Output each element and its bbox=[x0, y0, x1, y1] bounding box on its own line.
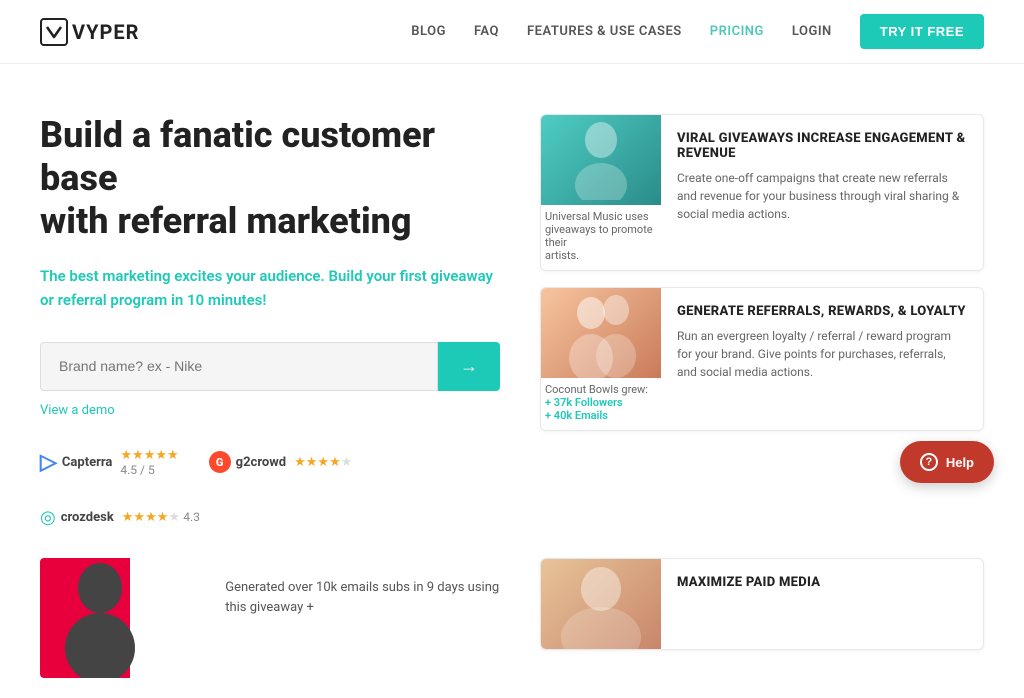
capterra-score: 4.5 / 5 bbox=[120, 463, 178, 477]
card1-content: VIRAL GIVEAWAYS INCREASE ENGAGEMENT & RE… bbox=[661, 115, 983, 270]
nav-faq[interactable]: FAQ bbox=[474, 24, 499, 39]
hero-title: Build a fanatic customer base with refer… bbox=[40, 114, 500, 244]
bottom-caption: Generated over 10k emails subs in 9 days… bbox=[205, 558, 500, 620]
card2-desc: Run an evergreen loyalty / referral / re… bbox=[677, 327, 967, 381]
capterra-stars: ★★★★★ bbox=[120, 448, 178, 463]
bottom-section: Generated over 10k emails subs in 9 days… bbox=[0, 558, 1024, 698]
card2-title: GENERATE REFERRALS, REWARDS, & LOYALTY bbox=[677, 304, 967, 319]
capterra-rating: ▷ Capterra ★★★★★ 4.5 / 5 bbox=[40, 448, 179, 477]
crozdesk-rating: ◎ crozdesk ★★★★★ 4.3 bbox=[40, 507, 200, 528]
card1-caption: Universal Music uses giveaways to promot… bbox=[541, 210, 661, 270]
help-label: Help bbox=[946, 455, 974, 470]
logo-icon bbox=[40, 18, 68, 46]
brand-input-row: → bbox=[40, 342, 500, 391]
maximize-title: MAXIMIZE PAID MEDIA bbox=[677, 575, 820, 590]
input-arrow-button[interactable]: → bbox=[438, 342, 500, 391]
logo[interactable]: VYPER bbox=[40, 18, 139, 46]
capterra-icon: ▷ bbox=[40, 450, 57, 475]
ratings-section: ▷ Capterra ★★★★★ 4.5 / 5 G g2crowd ★★★★★ bbox=[40, 448, 500, 528]
logo-text: VYPER bbox=[72, 20, 139, 44]
nav-blog[interactable]: BLOG bbox=[411, 24, 446, 39]
card1-image-wrap: Universal Music uses giveaways to promot… bbox=[541, 115, 661, 270]
brand-input[interactable] bbox=[40, 342, 438, 391]
hero-subtitle: The best marketing excites your audience… bbox=[40, 264, 500, 312]
maximize-content: MAXIMIZE PAID MEDIA bbox=[661, 559, 836, 649]
nav-links: BLOG FAQ FEATURES & USE CASES PRICING LO… bbox=[411, 14, 984, 49]
view-demo-link[interactable]: View a demo bbox=[40, 403, 500, 418]
capterra-name: Capterra bbox=[62, 455, 112, 470]
crozdesk-icon: ◎ bbox=[40, 507, 56, 528]
main-content: Build a fanatic customer base with refer… bbox=[0, 64, 1024, 558]
nav-login[interactable]: LOGIN bbox=[792, 24, 832, 39]
referrals-card: Coconut Bowls grew: + 37k Followers + 40… bbox=[540, 287, 984, 431]
card2-image-wrap: Coconut Bowls grew: + 37k Followers + 40… bbox=[541, 288, 661, 430]
try-free-button[interactable]: TRY IT FREE bbox=[860, 14, 984, 49]
card1-desc: Create one-off campaigns that create new… bbox=[677, 169, 967, 223]
g2-name: g2crowd bbox=[236, 455, 286, 470]
navbar: VYPER BLOG FAQ FEATURES & USE CASES PRIC… bbox=[0, 0, 1024, 64]
nav-pricing[interactable]: PRICING bbox=[710, 24, 764, 39]
bottom-right: MAXIMIZE PAID MEDIA bbox=[540, 558, 984, 650]
card1-title: VIRAL GIVEAWAYS INCREASE ENGAGEMENT & RE… bbox=[677, 131, 967, 161]
maximize-image bbox=[541, 559, 661, 649]
crozdesk-stars: ★★★★★ 4.3 bbox=[122, 510, 200, 525]
hero-section: Build a fanatic customer base with refer… bbox=[40, 114, 500, 528]
help-button[interactable]: ? Help bbox=[900, 441, 994, 483]
giveaways-card: Universal Music uses giveaways to promot… bbox=[540, 114, 984, 271]
bottom-left: Generated over 10k emails subs in 9 days… bbox=[40, 558, 500, 678]
nav-features[interactable]: FEATURES & USE CASES bbox=[527, 24, 682, 39]
g2-stars: ★★★★★ bbox=[294, 455, 352, 470]
card2-image bbox=[541, 288, 661, 378]
g2crowd-rating: G g2crowd ★★★★★ bbox=[209, 451, 353, 473]
card2-content: GENERATE REFERRALS, REWARDS, & LOYALTY R… bbox=[661, 288, 983, 430]
card2-caption: Coconut Bowls grew: + 37k Followers + 40… bbox=[541, 383, 661, 430]
person-silhouette bbox=[60, 558, 140, 678]
help-icon: ? bbox=[920, 453, 938, 471]
card1-image bbox=[541, 115, 661, 205]
maximize-card: MAXIMIZE PAID MEDIA bbox=[540, 558, 984, 650]
crozdesk-name: crozdesk bbox=[61, 510, 114, 525]
g2-icon: G bbox=[209, 451, 231, 473]
